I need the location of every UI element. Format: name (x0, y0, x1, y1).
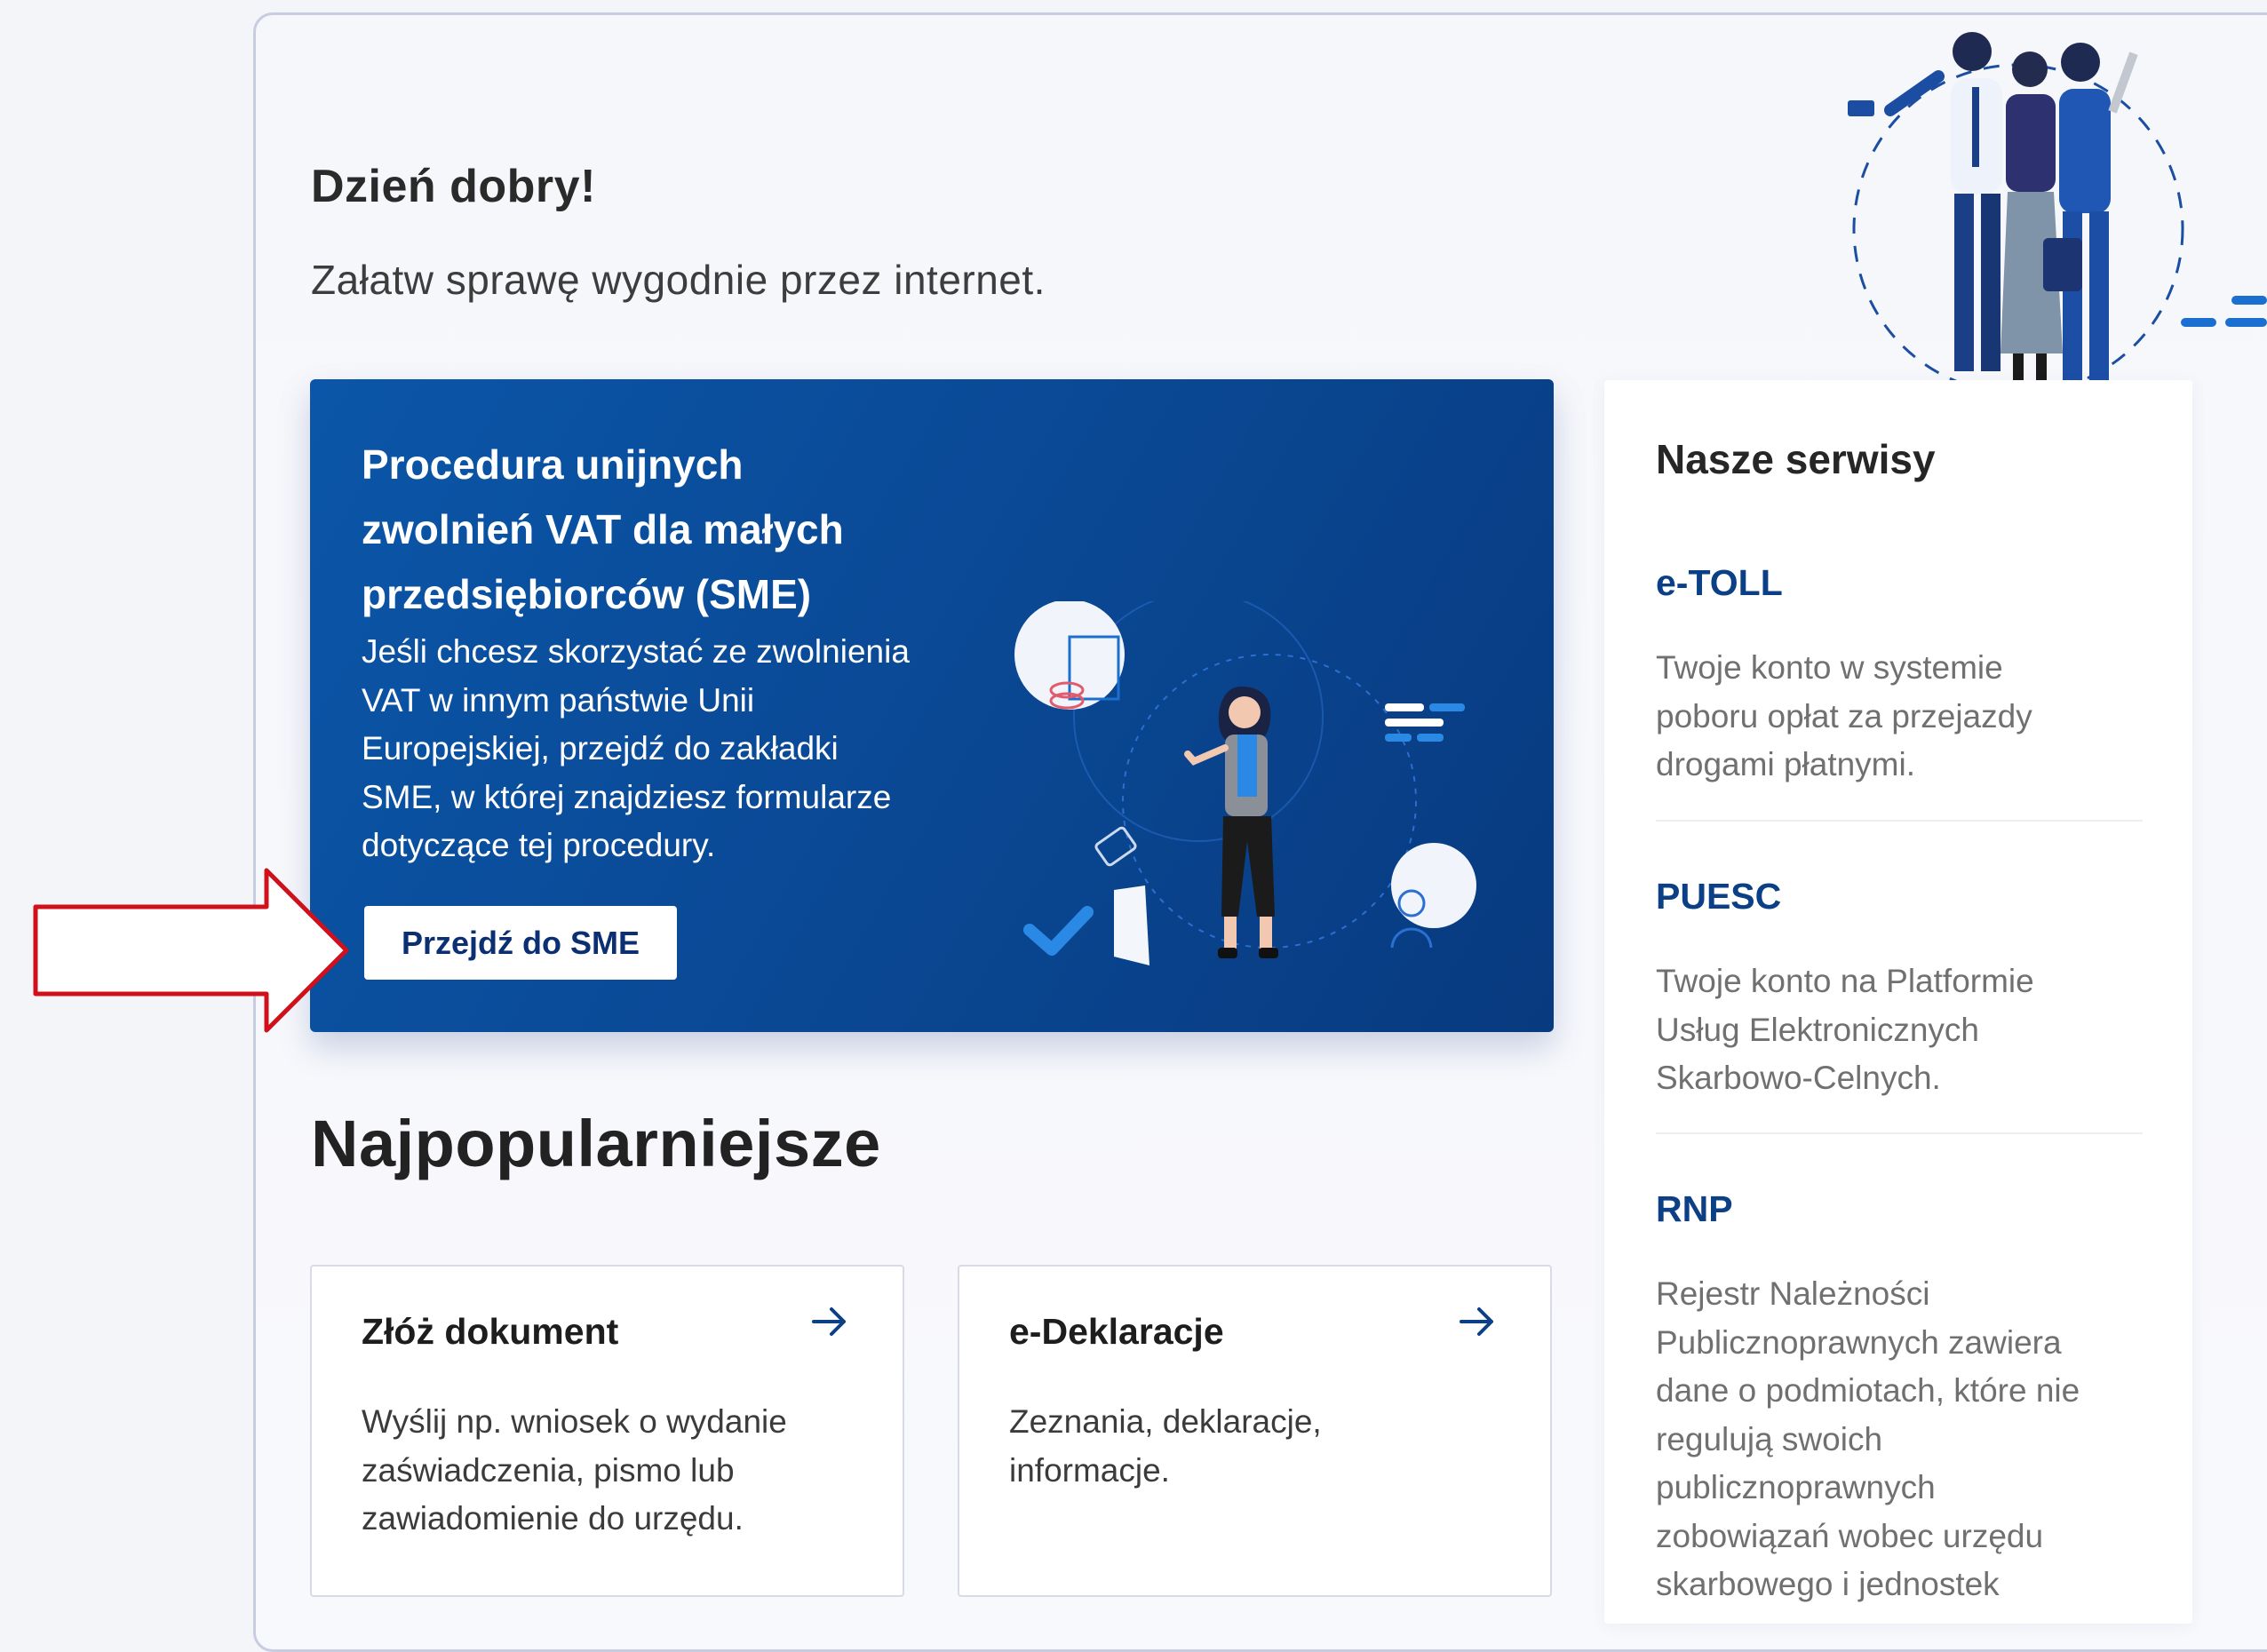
service-desc-line: skarbowego i jednostek (1656, 1566, 2000, 1602)
service-item-e-toll: e-TOLL Twoje konto w systemie poboru opł… (1656, 562, 2143, 790)
most-popular-heading: Najpopularniejsze (311, 1107, 881, 1180)
service-description: Rejestr Należności Publicznoprawnych zaw… (1656, 1270, 2143, 1609)
card-description: Zeznania, deklaracje, informacje. (1009, 1398, 1507, 1495)
go-to-sme-button[interactable]: Przejdź do SME (364, 906, 677, 980)
promo-text-line: dotyczące tej procedury. (362, 827, 716, 863)
service-desc-line: poboru opłat za przejazdy (1656, 697, 2032, 735)
services-heading: Nasze serwisy (1656, 436, 1936, 482)
promo-title-line: zwolnień VAT dla małych (362, 506, 844, 552)
greeting-heading: Dzień dobry! (311, 161, 596, 212)
promo-description: Jeśli chcesz skorzystać ze zwolnienia VA… (362, 628, 983, 870)
woman-with-documents-illustration (1014, 601, 1476, 965)
promo-text-line: VAT w innym państwie Unii (362, 681, 755, 719)
service-description: Twoje konto w systemie poboru opłat za p… (1656, 644, 2143, 790)
service-link-e-toll[interactable]: e-TOLL (1656, 562, 2143, 604)
promo-title-line: przedsiębiorców (SME) (362, 571, 812, 617)
service-desc-line: Twoje konto na Platformie (1656, 963, 2034, 999)
service-desc-line: Rejestr Należności (1656, 1275, 1930, 1312)
promo-text-line: Jeśli chcesz skorzystać ze zwolnienia (362, 633, 910, 670)
promo-title: Procedura unijnych zwolnień VAT dla mały… (362, 433, 1001, 627)
sme-promo-banner: Procedura unijnych zwolnień VAT dla mały… (310, 379, 1554, 1032)
card-desc-line: zawiadomienie do urzędu. (362, 1500, 744, 1537)
promo-title-line: Procedura unijnych (362, 441, 744, 488)
card-description: Wyślij np. wniosek o wydanie zaświadczen… (362, 1398, 859, 1544)
service-link-rnp[interactable]: RNP (1656, 1188, 2143, 1230)
service-desc-line: regulują swoich (1656, 1420, 1883, 1457)
card-title: Złóż dokument (362, 1311, 619, 1352)
service-desc-line: drogami płatnymi. (1656, 746, 1916, 782)
popular-card-submit-document[interactable]: Złóż dokument Wyślij np. wniosek o wydan… (310, 1265, 904, 1597)
card-desc-line: Zeznania, deklaracje, (1009, 1403, 1322, 1440)
service-link-puesc[interactable]: PUESC (1656, 876, 2143, 917)
promo-text-line: SME, w której znajdziesz formularze (362, 778, 892, 815)
service-desc-line: Skarbowo-Celnych. (1656, 1060, 1941, 1096)
service-item-puesc: PUESC Twoje konto na Platformie Usług El… (1656, 876, 2143, 1103)
service-desc-line: dane o podmiotach, które nie (1656, 1372, 2080, 1409)
service-desc-line: publicznoprawnych (1656, 1469, 1936, 1505)
card-title: e-Deklaracje (1009, 1311, 1224, 1352)
our-services-panel: Nasze serwisy e-TOLL Twoje konto w syste… (1604, 380, 2192, 1624)
red-outline-arrow-icon (33, 868, 349, 1033)
service-divider (1656, 1132, 2143, 1134)
service-item-rnp: RNP Rejestr Należności Publicznoprawnych… (1656, 1188, 2143, 1609)
service-description: Twoje konto na Platformie Usług Elektron… (1656, 957, 2143, 1103)
card-desc-line: informacje. (1009, 1451, 1170, 1489)
greeting-subtitle: Załatw sprawę wygodnie przez internet. (311, 257, 1046, 303)
service-desc-line: zobowiązań wobec urzędu (1656, 1517, 2044, 1554)
service-desc-line: Twoje konto w systemie (1656, 649, 2003, 686)
popular-card-e-declarations[interactable]: e-Deklaracje Zeznania, deklaracje, infor… (958, 1265, 1552, 1597)
service-desc-line: Usług Elektronicznych (1656, 1011, 1979, 1048)
card-desc-line: Wyślij np. wniosek o wydanie (362, 1403, 787, 1440)
service-divider (1656, 820, 2143, 822)
arrow-right-icon[interactable] (1458, 1302, 1497, 1341)
promo-text-line: Europejskiej, przejdź do zakładki (362, 730, 839, 766)
service-desc-line: Publicznoprawnych zawiera (1656, 1323, 2062, 1361)
team-illustration (1848, 32, 2267, 395)
card-desc-line: zaświadczenia, pismo lub (362, 1451, 735, 1489)
arrow-right-icon[interactable] (810, 1302, 849, 1341)
